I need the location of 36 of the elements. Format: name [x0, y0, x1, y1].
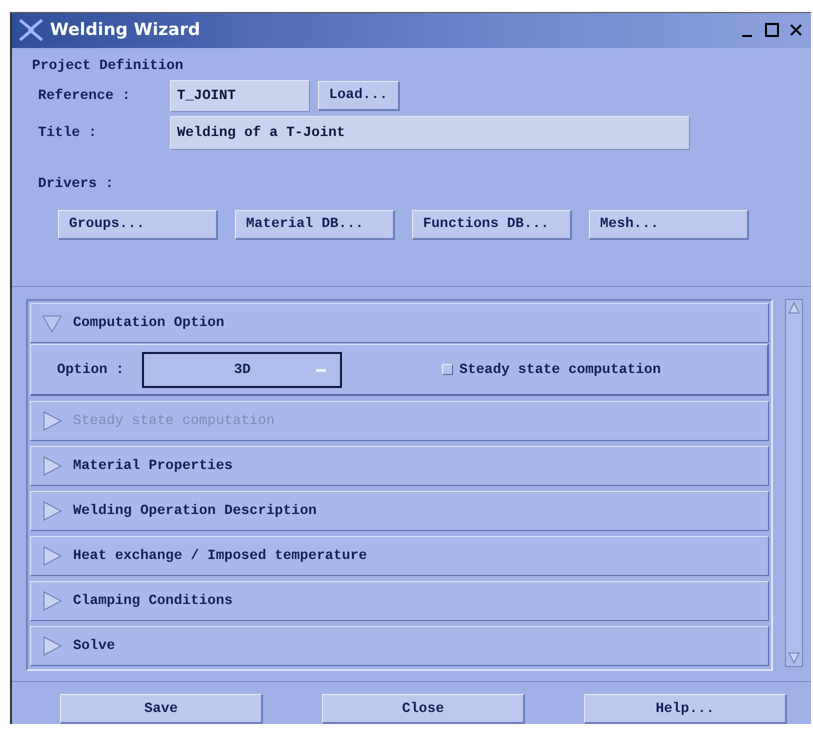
section-header[interactable]: Material Properties	[30, 446, 769, 486]
scroll-up-icon[interactable]	[786, 300, 802, 316]
section-header[interactable]: Heat exchange / Imposed temperature	[30, 536, 769, 576]
checkbox-label[interactable]: Steady state computation	[459, 362, 661, 378]
expand-arrow-icon[interactable]	[41, 500, 63, 522]
expand-arrow-icon[interactable]	[41, 590, 63, 612]
reference-label: Reference :	[37, 88, 132, 104]
dropdown-indicator-icon	[316, 368, 326, 372]
driver-button[interactable]: Groups...	[58, 210, 218, 240]
maximize-icon[interactable]	[763, 21, 781, 40]
option-label: Option :	[57, 362, 124, 378]
scroll-down-icon[interactable]	[786, 650, 802, 666]
dialog-button[interactable]: Help...	[584, 694, 787, 724]
scrollbar[interactable]	[785, 299, 803, 667]
section-header[interactable]: Clamping Conditions	[30, 581, 769, 621]
reference-field[interactable]: T_JOINT	[170, 80, 310, 112]
section-header[interactable]: Welding Operation Description	[30, 491, 769, 531]
driver-button[interactable]: Material DB...	[235, 210, 395, 240]
expand-arrow-icon[interactable]	[41, 545, 63, 567]
dialog-button[interactable]: Close	[322, 694, 525, 724]
checkbox[interactable]	[442, 364, 454, 375]
title-field[interactable]: Welding of a T-Joint	[170, 116, 690, 150]
section-heading: Project Definition	[32, 58, 184, 74]
expand-arrow-icon[interactable]	[41, 635, 63, 657]
dialog-button[interactable]: Save	[60, 694, 263, 724]
section-header[interactable]: Solve	[30, 626, 769, 666]
load-button[interactable]: Load...	[318, 80, 400, 111]
x-logo-icon	[18, 18, 44, 42]
section-header[interactable]: Computation Option	[30, 303, 769, 343]
driver-button[interactable]: Mesh...	[589, 210, 749, 240]
drivers-label: Drivers :	[38, 176, 115, 192]
title-label: Title :	[37, 124, 98, 141]
expand-arrow-icon[interactable]	[41, 455, 63, 477]
driver-button[interactable]: Functions DB...	[412, 210, 572, 240]
window-title: Welding Wizard	[50, 20, 202, 40]
option-dropdown[interactable]: 3D	[142, 352, 342, 388]
